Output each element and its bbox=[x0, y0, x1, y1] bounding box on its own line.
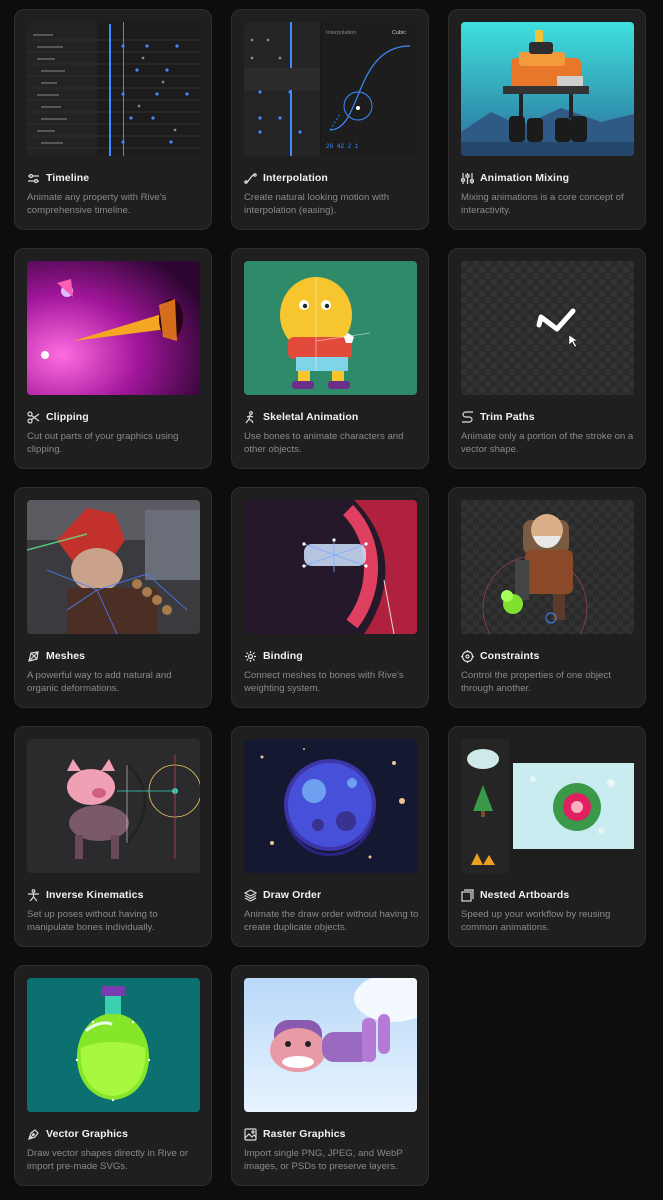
feature-card-nested-artboards[interactable]: Nested Artboards Speed up your workflow … bbox=[448, 726, 646, 947]
feature-description: Set up poses without having to manipulat… bbox=[27, 909, 158, 933]
feature-card-skeletal-animation[interactable]: Skeletal Animation Use bones to animate … bbox=[231, 248, 429, 469]
binding-thumbnail bbox=[244, 500, 417, 634]
raster-graphics-thumbnail bbox=[244, 978, 417, 1112]
path-icon bbox=[461, 410, 474, 424]
feature-title: Trim Paths bbox=[480, 411, 535, 423]
mesh-icon bbox=[27, 650, 40, 663]
trim-paths-thumbnail bbox=[461, 261, 634, 395]
feature-description: Use bones to animate characters and othe… bbox=[244, 431, 404, 455]
curve-icon bbox=[244, 172, 257, 185]
feature-description: Create natural looking motion with inter… bbox=[244, 192, 390, 216]
feature-card-binding[interactable]: Binding Connect meshes to bones with Riv… bbox=[231, 487, 429, 708]
feature-title-row: Animation Mixing bbox=[461, 170, 569, 186]
scissors-icon bbox=[27, 410, 40, 424]
feature-description: Control the properties of one object thr… bbox=[461, 670, 611, 694]
feature-title: Meshes bbox=[46, 650, 86, 662]
feature-description: Speed up your workflow by reusing common… bbox=[461, 909, 611, 933]
feature-title: Nested Artboards bbox=[480, 889, 570, 901]
crosshair-icon bbox=[461, 649, 474, 663]
feature-title: Inverse Kinematics bbox=[46, 889, 144, 901]
feature-title: Timeline bbox=[46, 172, 90, 184]
feature-title: Constraints bbox=[480, 650, 540, 662]
sliders-icon bbox=[27, 172, 40, 185]
feature-title-row: Clipping bbox=[27, 409, 89, 425]
binding-icon bbox=[244, 650, 257, 663]
feature-title-row: Trim Paths bbox=[461, 409, 535, 425]
feature-title: Raster Graphics bbox=[263, 1128, 346, 1140]
pen-tool-icon bbox=[27, 1128, 40, 1141]
constraints-thumbnail bbox=[461, 500, 634, 634]
animation-mixing-thumbnail bbox=[461, 22, 634, 156]
feature-card-trim-paths[interactable]: Trim Paths Animate only a portion of the… bbox=[448, 248, 646, 469]
feature-card-inverse-kinematics[interactable]: Inverse Kinematics Set up poses without … bbox=[14, 726, 212, 947]
interpolation-thumbnail: Interpolation Cubic 26 42 2 1 bbox=[244, 22, 417, 156]
feature-description: Animate the draw order without having to… bbox=[244, 909, 419, 933]
skeletal-animation-thumbnail bbox=[244, 261, 417, 395]
image-icon bbox=[244, 1127, 257, 1141]
feature-title-row: Interpolation bbox=[244, 170, 328, 186]
figure-icon bbox=[27, 888, 40, 902]
nested-artboards-thumbnail bbox=[461, 739, 634, 873]
feature-description: Animate any property with Rive's compreh… bbox=[27, 192, 167, 216]
interpolation-mode: Cubic bbox=[392, 30, 406, 36]
feature-title-row: Inverse Kinematics bbox=[27, 887, 144, 903]
feature-card-constraints[interactable]: Constraints Control the properties of on… bbox=[448, 487, 646, 708]
feature-title-row: Binding bbox=[244, 648, 303, 664]
meshes-thumbnail bbox=[27, 500, 200, 634]
feature-description: A powerful way to add natural and organi… bbox=[27, 670, 172, 694]
feature-description: Cut out parts of your graphics using cli… bbox=[27, 431, 179, 455]
feature-title-row: Nested Artboards bbox=[461, 887, 569, 903]
vector-graphics-thumbnail bbox=[27, 978, 200, 1112]
feature-card-interpolation[interactable]: Interpolation Cubic 26 42 2 1 Interpolat… bbox=[231, 9, 429, 230]
feature-title: Clipping bbox=[46, 411, 89, 423]
feature-title-row: Timeline bbox=[27, 170, 89, 186]
interpolation-values: 26 42 2 1 bbox=[326, 143, 359, 150]
running-figure-icon bbox=[244, 410, 257, 424]
feature-description: Mixing animations is a core concept of i… bbox=[461, 192, 624, 216]
feature-card-animation-mixing[interactable]: Animation Mixing Mixing animations is a … bbox=[448, 9, 646, 230]
feature-description: Animate only a portion of the stroke on … bbox=[461, 431, 634, 455]
artboards-icon bbox=[461, 888, 474, 902]
interpolation-panel-label: Interpolation bbox=[326, 30, 356, 36]
feature-card-draw-order[interactable]: Draw Order Animate the draw order withou… bbox=[231, 726, 429, 947]
feature-title: Vector Graphics bbox=[46, 1128, 129, 1140]
feature-card-vector-graphics[interactable]: Vector Graphics Draw vector shapes direc… bbox=[14, 965, 212, 1186]
feature-description: Connect meshes to bones with Rive's weig… bbox=[244, 670, 404, 694]
feature-title-row: Meshes bbox=[27, 648, 85, 664]
feature-card-timeline[interactable]: Timeline Animate any property with Rive'… bbox=[14, 9, 212, 230]
feature-description: Import single PNG, JPEG, and WebP images… bbox=[244, 1148, 403, 1172]
mixer-icon bbox=[461, 172, 474, 185]
feature-title: Animation Mixing bbox=[480, 172, 570, 184]
feature-card-raster-graphics[interactable]: Raster Graphics Import single PNG, JPEG,… bbox=[231, 965, 429, 1186]
feature-title-row: Skeletal Animation bbox=[244, 409, 358, 425]
feature-title-row: Vector Graphics bbox=[27, 1126, 128, 1142]
layers-icon bbox=[244, 888, 257, 902]
feature-card-meshes[interactable]: Meshes A powerful way to add natural and… bbox=[14, 487, 212, 708]
feature-title-row: Raster Graphics bbox=[244, 1126, 346, 1142]
feature-title: Draw Order bbox=[263, 889, 322, 901]
timeline-thumbnail bbox=[27, 22, 200, 156]
inverse-kinematics-thumbnail bbox=[27, 739, 200, 873]
clipping-thumbnail bbox=[27, 261, 200, 395]
feature-title: Skeletal Animation bbox=[263, 411, 359, 423]
feature-title-row: Constraints bbox=[461, 648, 539, 664]
feature-title-row: Draw Order bbox=[244, 887, 321, 903]
draw-order-thumbnail bbox=[244, 739, 417, 873]
feature-title: Binding bbox=[263, 650, 303, 662]
feature-title: Interpolation bbox=[263, 172, 328, 184]
feature-card-clipping[interactable]: Clipping Cut out parts of your graphics … bbox=[14, 248, 212, 469]
feature-description: Draw vector shapes directly in Rive or i… bbox=[27, 1148, 189, 1172]
